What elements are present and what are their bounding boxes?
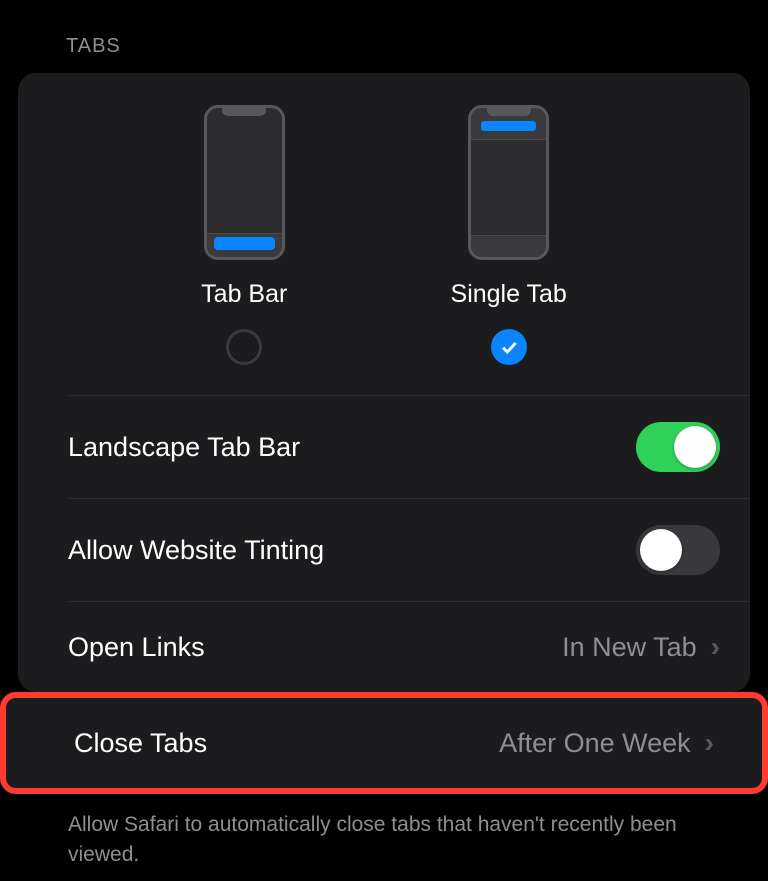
highlight-box-close-tabs: Close Tabs After One Week › — [0, 692, 768, 794]
row-right: In New Tab › — [562, 631, 720, 663]
switch-allow-website-tinting[interactable] — [636, 525, 720, 575]
row-label: Allow Website Tinting — [68, 535, 324, 566]
radio-checked-icon[interactable] — [491, 329, 527, 365]
layout-option-tab-bar[interactable]: Tab Bar — [201, 105, 287, 365]
switch-knob-icon — [674, 426, 716, 468]
layout-label-single-tab: Single Tab — [451, 280, 567, 309]
footer-text: Allow Safari to automatically close tabs… — [18, 794, 750, 881]
row-label: Close Tabs — [74, 728, 207, 759]
row-value: In New Tab — [562, 632, 697, 663]
phone-preview-single-tab-icon — [468, 105, 549, 260]
section-body: Tab Bar Single Tab Landscape Tab Bar — [18, 73, 750, 692]
row-landscape-tab-bar: Landscape Tab Bar — [18, 396, 750, 498]
chevron-right-icon: › — [711, 631, 720, 663]
switch-landscape-tab-bar[interactable] — [636, 422, 720, 472]
phone-preview-tab-bar-icon — [204, 105, 285, 260]
layout-option-single-tab[interactable]: Single Tab — [451, 105, 567, 365]
row-right: After One Week › — [499, 727, 714, 759]
row-close-tabs[interactable]: Close Tabs After One Week › — [6, 698, 762, 788]
layout-label-tab-bar: Tab Bar — [201, 280, 287, 309]
row-label: Open Links — [68, 632, 205, 663]
row-open-links[interactable]: Open Links In New Tab › — [18, 602, 750, 692]
tab-layout-options: Tab Bar Single Tab — [18, 105, 750, 395]
row-value: After One Week — [499, 728, 691, 759]
radio-unchecked-icon[interactable] — [226, 329, 262, 365]
tabs-settings-section: TABS Tab Bar Single Tab — [0, 0, 768, 881]
section-header: TABS — [18, 35, 750, 58]
chevron-right-icon: › — [705, 727, 714, 759]
row-label: Landscape Tab Bar — [68, 432, 300, 463]
row-allow-website-tinting: Allow Website Tinting — [18, 499, 750, 601]
switch-knob-icon — [640, 529, 682, 571]
